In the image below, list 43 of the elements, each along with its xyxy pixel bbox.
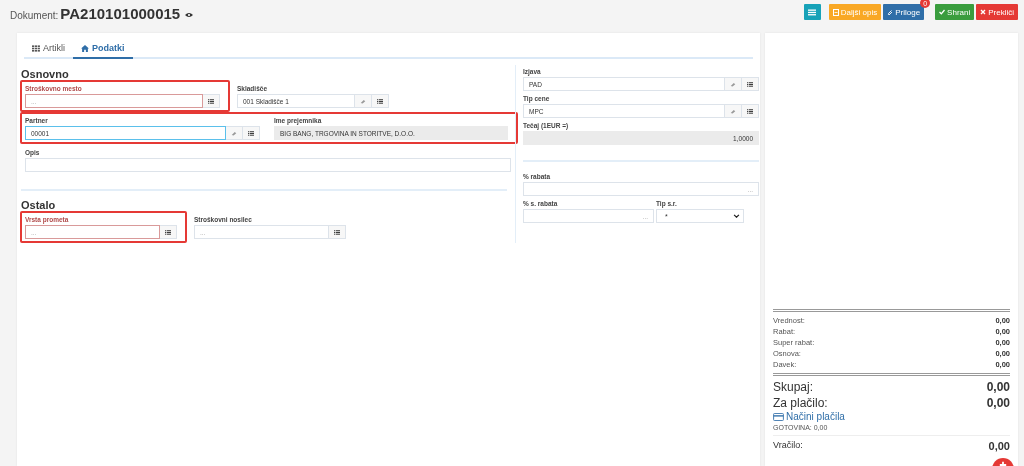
list-button[interactable] bbox=[742, 77, 759, 91]
total-label: Za plačilo: bbox=[773, 395, 828, 411]
home-icon bbox=[81, 44, 89, 52]
section-title: Osnovno bbox=[21, 68, 70, 80]
list-button[interactable] bbox=[203, 94, 220, 108]
eraser-icon bbox=[730, 108, 736, 114]
list-icon bbox=[377, 98, 383, 104]
calculator-icon bbox=[832, 8, 839, 16]
section-title: Ostalo bbox=[21, 199, 57, 211]
toolbar-button[interactable]: Prekliči bbox=[976, 4, 1018, 20]
change-label: Vračilo: bbox=[773, 440, 803, 452]
list-button[interactable] bbox=[160, 225, 177, 239]
payment-methods-link[interactable]: Načini plačila bbox=[773, 411, 845, 422]
total-value: 0,00 bbox=[986, 395, 1010, 411]
cross-icon bbox=[980, 9, 987, 15]
paperclip-icon bbox=[887, 8, 894, 16]
eraser-icon bbox=[360, 98, 366, 104]
tab[interactable]: Podatki bbox=[73, 33, 133, 59]
list-icon bbox=[808, 8, 817, 16]
checkmark-icon bbox=[939, 9, 946, 15]
total-value: 0,00 bbox=[986, 379, 1010, 395]
total-label: Skupaj: bbox=[773, 379, 814, 395]
tab[interactable]: Artikli bbox=[24, 33, 73, 57]
list-icon bbox=[747, 108, 753, 114]
credit-card-icon bbox=[773, 412, 784, 421]
list-button[interactable] bbox=[803, 4, 821, 20]
list-icon bbox=[165, 229, 171, 235]
eraser-icon bbox=[730, 81, 736, 87]
list-button[interactable] bbox=[243, 126, 260, 140]
eraser-icon bbox=[231, 130, 237, 136]
list-icon bbox=[248, 130, 254, 136]
list-icon bbox=[747, 81, 753, 87]
list-icon bbox=[208, 98, 214, 104]
document-number: PA210101000015 bbox=[60, 5, 181, 22]
document-label: Dokument: bbox=[10, 8, 59, 21]
chevron-icon bbox=[733, 214, 740, 218]
eye-icon[interactable] bbox=[185, 12, 194, 18]
grid-icon bbox=[32, 44, 40, 52]
change-value: 0,00 bbox=[988, 440, 1010, 454]
list-button[interactable] bbox=[372, 94, 389, 108]
list-icon bbox=[334, 229, 340, 235]
list-button[interactable] bbox=[742, 104, 759, 118]
list-button[interactable] bbox=[329, 225, 346, 239]
